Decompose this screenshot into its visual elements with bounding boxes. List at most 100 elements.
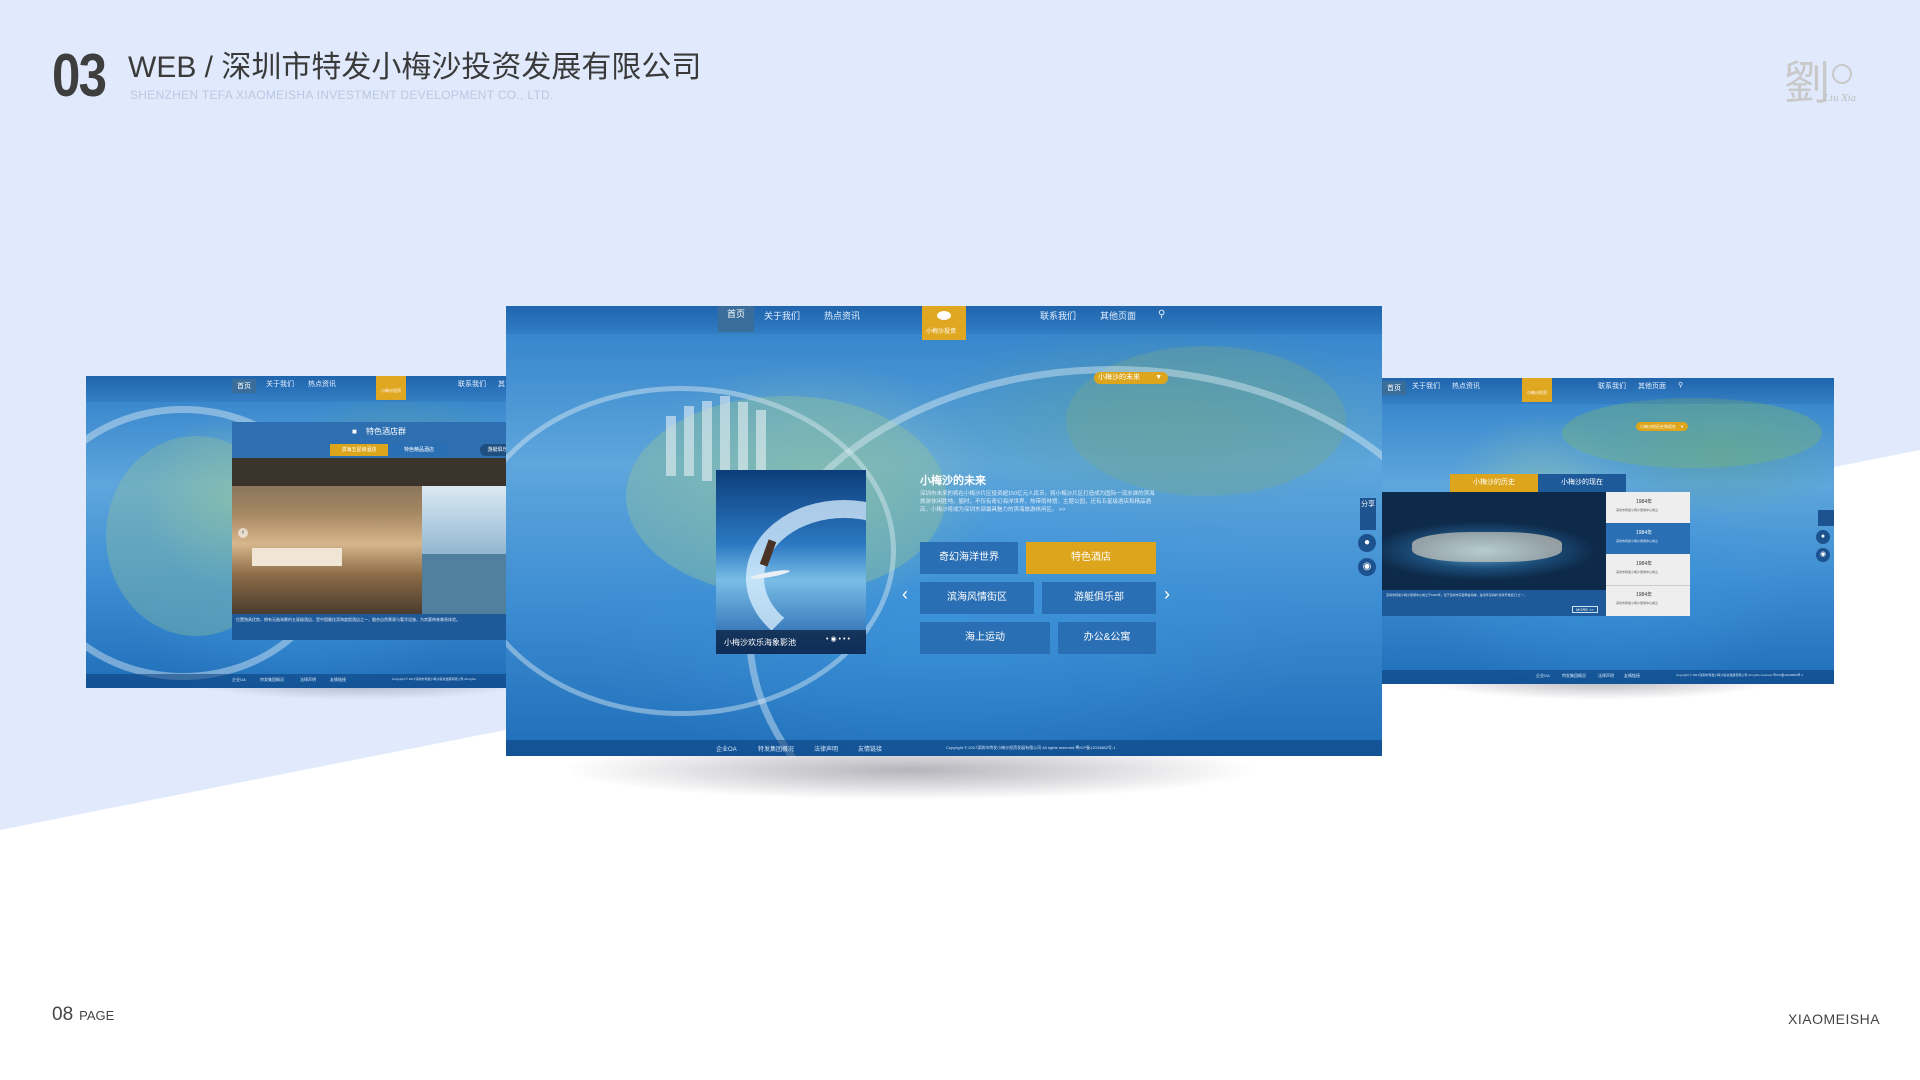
- right-tab-history[interactable]: 小梅沙的历史: [1450, 474, 1538, 492]
- left-tab-3[interactable]: 游艇俱乐部: [480, 444, 506, 456]
- tile-seaside-street[interactable]: 滨海风情街区: [920, 582, 1034, 614]
- right-body-text: 深圳市特发小梅沙旅游中心成立于1984年，位于深圳市东部黄金海岸，是当年深圳的“…: [1386, 593, 1527, 597]
- timeline-year: 1984年: [1636, 592, 1653, 598]
- center-nav-home[interactable]: 首页: [718, 306, 754, 332]
- right-text-area: 深圳市特发小梅沙旅游中心成立于1984年，位于深圳市东部黄金海岸，是当年深圳的“…: [1382, 590, 1606, 616]
- center-footer-copyright: Copyright © 2017深圳市特发小梅沙投资发展有限公司 All rig…: [946, 745, 1116, 750]
- brand-footer: XIAOMEISHA: [1788, 1011, 1881, 1027]
- left-footer-link-1[interactable]: 企业OA: [232, 677, 246, 683]
- center-nav-logo-text: 小梅沙投资: [926, 329, 957, 335]
- left-card-text-area: 位置独具优势，拥有无敌海景的五星级酒店，是中国最佳滨海度假酒店之一，融合自然景观…: [232, 614, 506, 640]
- right-dropdown-label: 小梅沙的历史和现在: [1640, 424, 1676, 429]
- section-text: 深圳市未来的将在小梅沙片区投资超150亿元人民币，将小梅沙片区打造成为国际一流水…: [920, 491, 1155, 513]
- timeline-item[interactable]: 1984年 深圳市特发小梅沙旅游中心成立: [1606, 554, 1690, 586]
- center-feature-image[interactable]: 小梅沙欢乐海象影池 •◉•••: [716, 470, 866, 654]
- timeline-item[interactable]: 1984年 深圳市特发小梅沙旅游中心成立: [1606, 523, 1690, 554]
- page-label: PAGE: [79, 1008, 115, 1023]
- right-footer-copyright: Copyright © 2017深圳市特发小梅沙投资发展有限公司 All rig…: [1676, 673, 1804, 677]
- share-label: 分享: [1361, 501, 1375, 508]
- left-hotel-image: ‹: [232, 458, 506, 614]
- center-footer-link-2[interactable]: 特发集团概况: [758, 744, 794, 753]
- right-nav-about[interactable]: 关于我们: [1412, 381, 1440, 391]
- feature-caption: 小梅沙欢乐海象影池: [724, 638, 796, 647]
- right-footer-link-3[interactable]: 法律声明: [1598, 673, 1614, 679]
- right-nav-contact[interactable]: 联系我们: [1598, 381, 1626, 391]
- left-footer: 企业OA 特发集团概况 法律声明 友情链接 Copyright © 2017深圳…: [86, 674, 506, 688]
- left-nav-other[interactable]: 其: [498, 379, 505, 389]
- timeline-text: 深圳市特发小梅沙旅游中心成立: [1616, 601, 1659, 605]
- right-nav-home[interactable]: 首页: [1382, 381, 1406, 395]
- weibo-icon[interactable]: ◉: [1816, 548, 1830, 562]
- carousel-dots[interactable]: •◉•••: [826, 635, 852, 643]
- chevron-right-icon[interactable]: ›: [1164, 584, 1170, 605]
- center-screen-mockup: 首页 关于我们 热点资讯 联系我们 其他页面 ⚲ 小梅沙投资 小梅沙的未来 ▼ …: [506, 306, 1382, 756]
- right-nav-logo[interactable]: 小梅沙投资: [1522, 378, 1552, 402]
- left-nav-contact[interactable]: 联系我们: [458, 379, 486, 389]
- center-nav-contact[interactable]: 联系我们: [1040, 309, 1076, 322]
- right-footer-link-1[interactable]: 企业OA: [1536, 673, 1550, 679]
- right-more-button[interactable]: MORE >>: [1572, 606, 1598, 613]
- right-search-icon[interactable]: ⚲: [1678, 381, 1683, 389]
- right-nav-news[interactable]: 热点资讯: [1452, 381, 1480, 391]
- triangle-down-icon: ▼: [1155, 374, 1162, 381]
- page-subtitle: SHENZHEN TEFA XIAOMEISHA INVESTMENT DEVE…: [130, 88, 554, 102]
- right-footer: 企业OA 特发集团概况 法律声明 友情链接 Copyright © 2017深圳…: [1382, 670, 1834, 684]
- center-footer-link-1[interactable]: 企业OA: [716, 744, 737, 753]
- center-footer-link-4[interactable]: 友情链接: [858, 744, 882, 753]
- left-footer-link-2[interactable]: 特发集团概况: [260, 677, 284, 683]
- feature-caption-bar: 小梅沙欢乐海象影池 •◉•••: [716, 630, 866, 654]
- left-nav-about[interactable]: 关于我们: [266, 379, 294, 389]
- tile-water-sports[interactable]: 海上运动: [920, 622, 1050, 654]
- tile-special-hotel[interactable]: 特色酒店: [1026, 542, 1156, 574]
- seal-icon: [1832, 64, 1852, 84]
- center-footer: 企业OA 特发集团概况 法律声明 友情链接 Copyright © 2017深圳…: [506, 740, 1382, 756]
- timeline-year: 1984年: [1636, 530, 1653, 536]
- timeline-year: 1984年: [1636, 561, 1653, 567]
- chevron-left-icon[interactable]: ‹: [238, 528, 248, 538]
- left-nav-news[interactable]: 热点资讯: [308, 379, 336, 389]
- tile-ocean-world[interactable]: 奇幻海洋世界: [920, 542, 1018, 574]
- left-tab-2[interactable]: 特色精品酒店: [390, 444, 448, 456]
- right-footer-link-2[interactable]: 特发集团概况: [1562, 673, 1586, 679]
- left-footer-link-4[interactable]: 友情链接: [330, 677, 346, 683]
- left-screen-mockup: 首页 关于我们 热点资讯 联系我们 其 小梅沙投资 特色酒店群 ■ 滨海五星级酒…: [86, 376, 506, 688]
- timeline-item[interactable]: 1984年 深圳市特发小梅沙旅游中心成立: [1606, 585, 1690, 616]
- right-tab-present[interactable]: 小梅沙的现在: [1538, 474, 1626, 492]
- triangle-down-icon: ▼: [1680, 424, 1684, 429]
- chevron-left-icon[interactable]: ‹: [902, 584, 908, 605]
- left-footer-copyright: Copyright © 2017深圳市特发小梅沙投资发展有限公司 All rig…: [392, 677, 476, 681]
- left-hotel-card: 特色酒店群 ■ 滨海五星级酒店 特色精品酒店 游艇俱乐部 ‹ 位置独具优势，拥有…: [232, 422, 506, 640]
- center-footer-link-3[interactable]: 法律声明: [814, 744, 838, 753]
- right-aerial-image: [1382, 492, 1606, 590]
- center-dropdown[interactable]: 小梅沙的未来 ▼: [1094, 372, 1168, 384]
- right-nav-other[interactable]: 其他页面: [1638, 381, 1666, 391]
- weibo-icon[interactable]: ◉: [1358, 558, 1376, 576]
- wechat-icon[interactable]: ●: [1816, 530, 1830, 544]
- left-nav-logo[interactable]: 小梅沙投资: [376, 376, 406, 400]
- center-dropdown-label: 小梅沙的未来: [1098, 374, 1140, 381]
- building-icon: ■: [352, 427, 357, 436]
- left-card-title: 特色酒店群: [366, 427, 406, 436]
- tile-office-apartment[interactable]: 办公&公寓: [1058, 622, 1156, 654]
- search-icon[interactable]: ⚲: [1158, 309, 1165, 320]
- center-nav-news[interactable]: 热点资讯: [824, 309, 860, 322]
- left-footer-link-3[interactable]: 法律声明: [300, 677, 316, 683]
- right-timeline: 1984年 深圳市特发小梅沙旅游中心成立 1984年 深圳市特发小梅沙旅游中心成…: [1606, 492, 1690, 616]
- page-number-value: 08: [52, 1004, 74, 1025]
- page-title: WEB / 深圳市特发小梅沙投资发展有限公司: [128, 51, 702, 84]
- left-tab-1[interactable]: 滨海五星级酒店: [330, 444, 388, 456]
- center-nav-other[interactable]: 其他页面: [1100, 309, 1136, 322]
- center-nav-logo[interactable]: 小梅沙投资: [922, 306, 966, 340]
- tile-yacht-club[interactable]: 游艇俱乐部: [1042, 582, 1156, 614]
- left-nav-home[interactable]: 首页: [232, 379, 256, 393]
- right-footer-link-4[interactable]: 友情链接: [1624, 673, 1640, 679]
- page-number: 08 PAGE: [52, 1004, 114, 1026]
- right-dropdown[interactable]: 小梅沙的历史和现在 ▼: [1636, 422, 1688, 431]
- right-share-bar[interactable]: [1818, 510, 1834, 526]
- timeline-text: 深圳市特发小梅沙旅游中心成立: [1616, 508, 1659, 512]
- wechat-icon[interactable]: ●: [1358, 534, 1376, 552]
- share-bar[interactable]: 分享: [1360, 498, 1376, 530]
- timeline-text: 深圳市特发小梅沙旅游中心成立: [1616, 539, 1659, 543]
- timeline-item[interactable]: 1984年 深圳市特发小梅沙旅游中心成立: [1606, 492, 1690, 524]
- center-nav-about[interactable]: 关于我们: [764, 309, 800, 322]
